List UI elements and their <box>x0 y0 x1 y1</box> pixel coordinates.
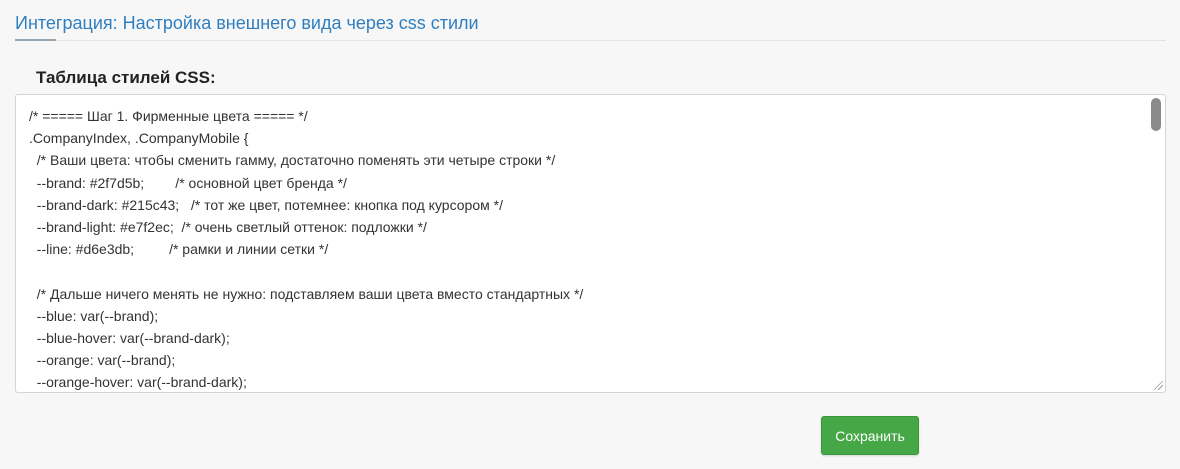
page-header: Интеграция: Настройка внешнего вида чере… <box>15 0 1166 41</box>
css-textarea[interactable]: /* ===== Шаг 1. Фирменные цвета ===== */… <box>15 94 1166 393</box>
title-underline <box>15 39 56 41</box>
css-code[interactable]: /* ===== Шаг 1. Фирменные цвета ===== */… <box>29 105 583 392</box>
page-title: Интеграция: Настройка внешнего вида чере… <box>15 13 479 33</box>
css-editor-label: Таблица стилей CSS: <box>36 68 216 87</box>
scrollbar-thumb[interactable] <box>1151 98 1161 131</box>
resize-grip-icon[interactable] <box>1154 381 1163 390</box>
save-button[interactable]: Сохранить <box>821 416 919 455</box>
